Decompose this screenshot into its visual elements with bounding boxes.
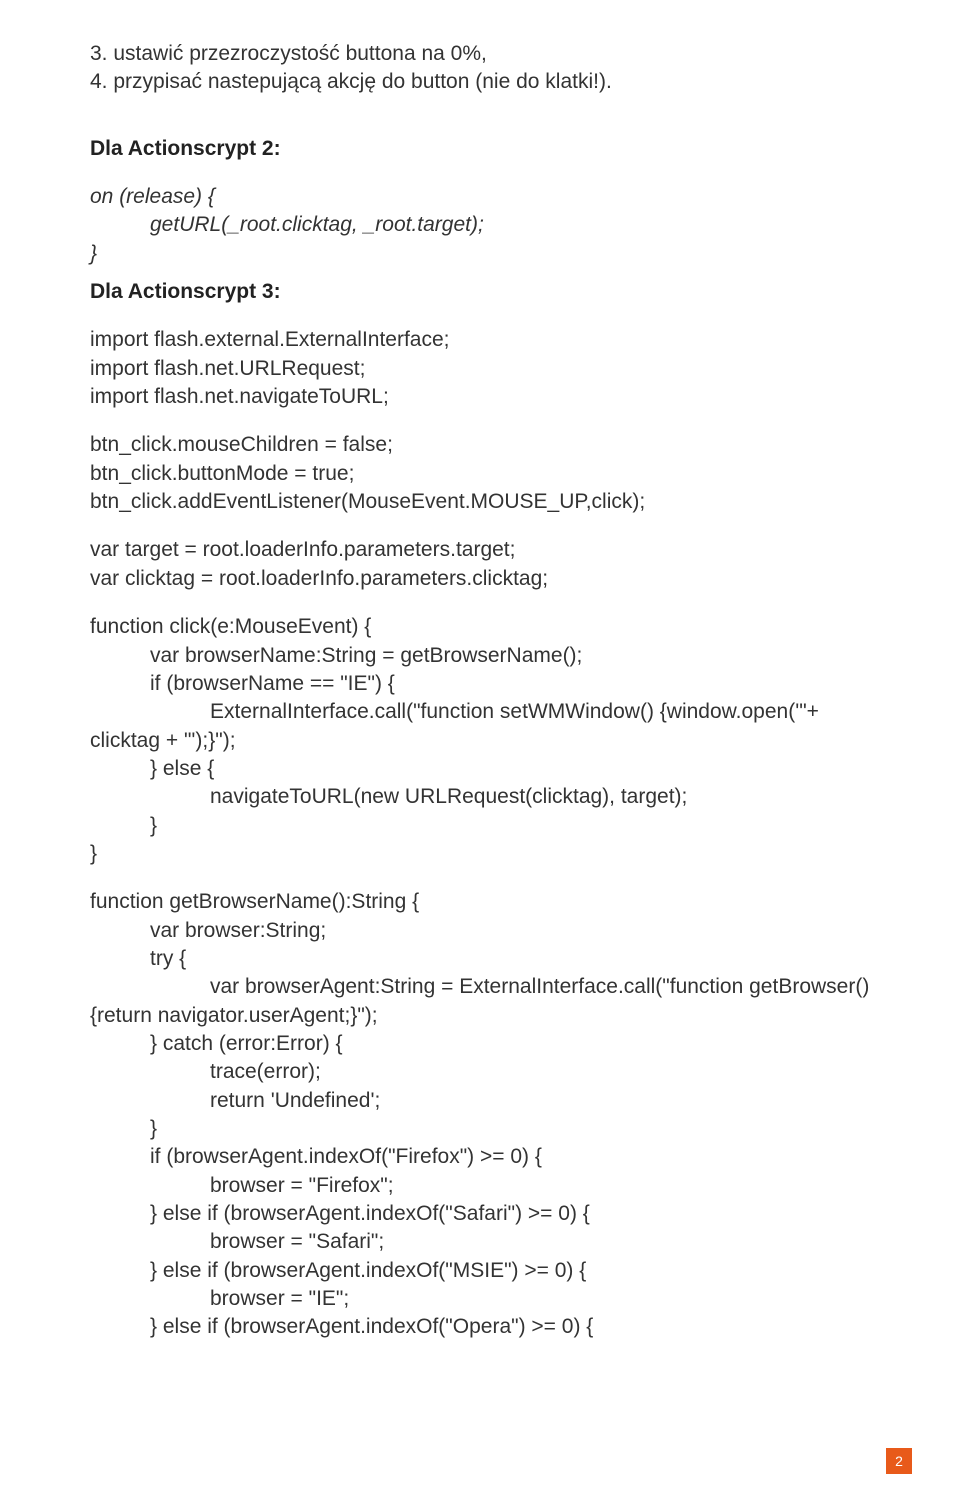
page-number-badge: 2 — [886, 1448, 912, 1474]
code-line: browser = "Firefox"; — [90, 1172, 870, 1200]
code-line: } else { — [90, 755, 870, 783]
document-page: 3. ustawić przezroczystość buttona na 0%… — [0, 0, 960, 1492]
code-line: import flash.net.navigateToURL; — [90, 383, 870, 411]
code-line: } — [90, 812, 870, 840]
code-line: function click(e:MouseEvent) { — [90, 613, 870, 641]
code-line: btn_click.addEventListener(MouseEvent.MO… — [90, 488, 870, 516]
code-line: function getBrowserName():String { — [90, 888, 870, 916]
code-line: import flash.external.ExternalInterface; — [90, 326, 870, 354]
heading-actionscript-3: Dla Actionscrypt 3: — [90, 278, 870, 306]
code-line: browser = "IE"; — [90, 1285, 870, 1313]
code-line: } — [90, 240, 870, 268]
code-line: return 'Undefined'; — [90, 1087, 870, 1115]
code-line: getURL(_root.clicktag, _root.target); — [90, 211, 870, 239]
code-line: } else if (browserAgent.indexOf("Safari"… — [90, 1200, 870, 1228]
code-line: btn_click.buttonMode = true; — [90, 460, 870, 488]
code-line: } — [90, 840, 870, 868]
list-item-4: 4. przypisać nastepującą akcję do button… — [90, 68, 870, 96]
code-line: } else if (browserAgent.indexOf("MSIE") … — [90, 1257, 870, 1285]
code-line: on (release) { — [90, 183, 870, 211]
code-line: trace(error); — [90, 1058, 870, 1086]
code-line: if (browserName == "IE") { — [90, 670, 870, 698]
code-line: {return navigator.userAgent;}"); — [90, 1002, 870, 1030]
code-line: clicktag + "');}"); — [90, 727, 870, 755]
code-line: var browserAgent:String = ExternalInterf… — [90, 973, 870, 1001]
code-line: var browserName:String = getBrowserName(… — [90, 642, 870, 670]
code-line: try { — [90, 945, 870, 973]
code-line: import flash.net.URLRequest; — [90, 355, 870, 383]
code-line: ExternalInterface.call("function setWMWi… — [90, 698, 870, 726]
heading-actionscript-2: Dla Actionscrypt 2: — [90, 135, 870, 163]
code-line: btn_click.mouseChildren = false; — [90, 431, 870, 459]
code-line: var clicktag = root.loaderInfo.parameter… — [90, 565, 870, 593]
code-line: if (browserAgent.indexOf("Firefox") >= 0… — [90, 1143, 870, 1171]
code-line: navigateToURL(new URLRequest(clicktag), … — [90, 783, 870, 811]
list-item-3: 3. ustawić przezroczystość buttona na 0%… — [90, 40, 870, 68]
code-line: browser = "Safari"; — [90, 1228, 870, 1256]
code-line: var target = root.loaderInfo.parameters.… — [90, 536, 870, 564]
code-line: } — [90, 1115, 870, 1143]
code-line: } else if (browserAgent.indexOf("Opera")… — [90, 1313, 870, 1341]
code-line: } catch (error:Error) { — [90, 1030, 870, 1058]
code-line: var browser:String; — [90, 917, 870, 945]
